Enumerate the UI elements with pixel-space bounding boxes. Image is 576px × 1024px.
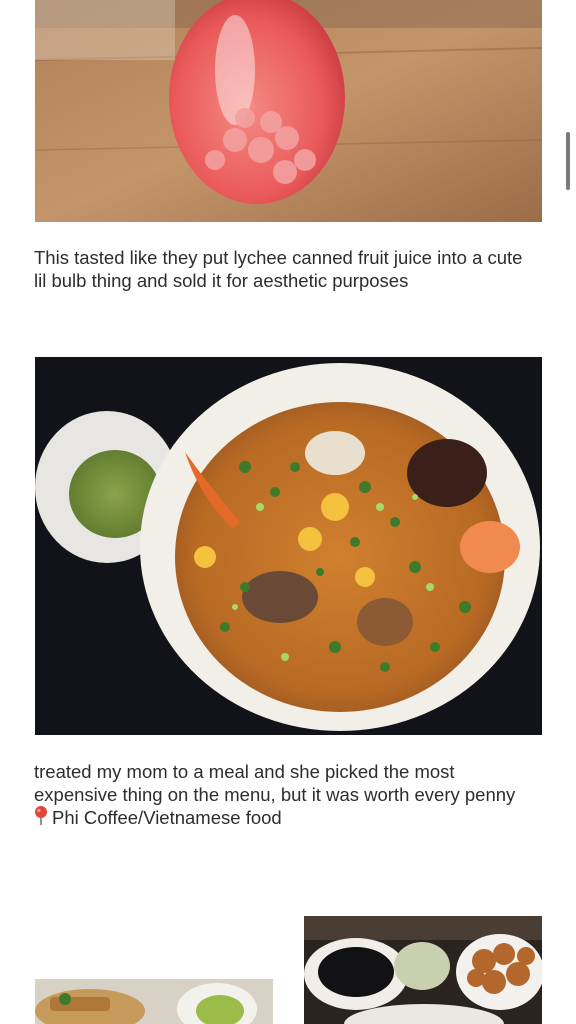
gallery-photo-right[interactable]: [304, 916, 542, 1024]
caption-text: This tasted like they put lychee canned …: [34, 247, 523, 291]
gallery-photo-left[interactable]: [35, 979, 273, 1024]
post-photo-soup[interactable]: [35, 357, 542, 735]
scrollbar-thumb[interactable]: [566, 132, 570, 190]
location-pin-icon: [34, 806, 48, 831]
post-caption-soup: treated my mom to a meal and she picked …: [34, 760, 534, 831]
caption-text: treated my mom to a meal and she picked …: [34, 761, 516, 805]
location-name: Phi Coffee/Vietnamese food: [52, 807, 282, 828]
post-caption-lychee: This tasted like they put lychee canned …: [34, 246, 534, 292]
post-photo-lychee-drink[interactable]: [35, 0, 542, 222]
location-line[interactable]: Phi Coffee/Vietnamese food: [34, 806, 534, 831]
